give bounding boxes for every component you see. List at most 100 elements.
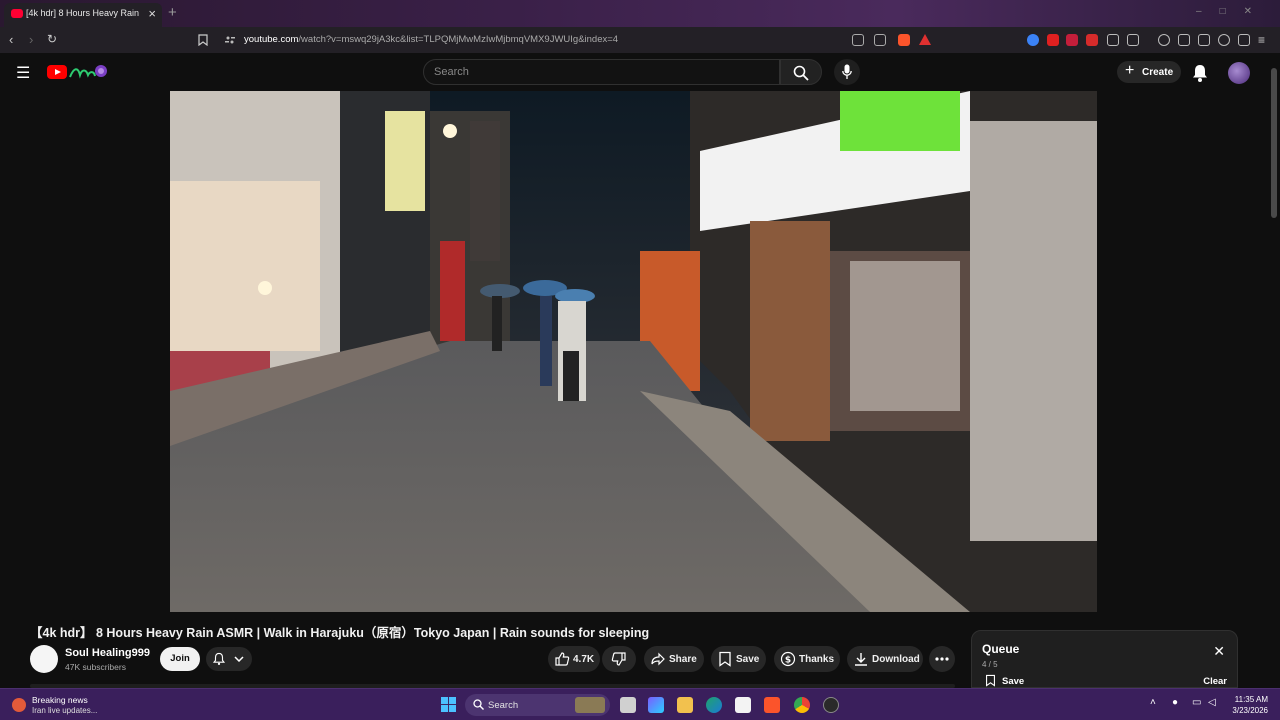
doodle-logo-icon[interactable] (68, 63, 108, 81)
url-domain: youtube.com (244, 34, 299, 45)
create-button[interactable]: + Create (1117, 61, 1181, 83)
thanks-label: Thanks (799, 654, 835, 665)
site-info-icon[interactable] (225, 35, 235, 45)
video-frame-rainy-street (170, 91, 1097, 612)
puzzle-extensions-icon[interactable] (1107, 34, 1119, 46)
notifications-bell-icon[interactable] (1190, 63, 1210, 83)
clock-time: 11:35 AM (1234, 695, 1268, 704)
vpn-shield-icon[interactable] (1238, 34, 1250, 46)
save-label: Save (736, 654, 760, 665)
like-count: 4.7K (573, 654, 595, 665)
brave-shield-icon[interactable] (898, 34, 910, 46)
cast-icon[interactable] (852, 34, 864, 46)
chevron-down-icon (234, 656, 244, 662)
task-view-icon[interactable] (620, 697, 636, 713)
chrome-browser-icon[interactable] (794, 697, 810, 713)
youtube-favicon-icon (11, 9, 23, 18)
dislike-button[interactable] (602, 646, 636, 672)
window-controls[interactable]: –□✕ (1196, 6, 1270, 17)
video-title: 【4k hdr】 8 Hours Heavy Rain ASMR | Walk … (30, 626, 650, 640)
save-button[interactable]: Save (711, 646, 766, 672)
edge-browser-icon[interactable] (706, 697, 722, 713)
forward-arrow-icon[interactable]: › (29, 32, 33, 47)
microsoft-store-icon[interactable] (735, 697, 751, 713)
search-button[interactable] (780, 59, 822, 85)
like-button[interactable]: 4.7K (548, 646, 600, 672)
tray-overflow-chevron-icon[interactable]: ˄ (1150, 697, 1156, 708)
bookmark-icon (719, 651, 731, 667)
queue-clear-button[interactable]: Clear (1203, 676, 1227, 687)
download-label: Download (872, 654, 920, 665)
channel-name[interactable]: Soul Healing999 (65, 647, 150, 659)
news-subline[interactable]: Iran live updates... (32, 706, 97, 715)
more-dots-icon (935, 657, 949, 661)
more-actions-button[interactable] (929, 646, 955, 672)
system-clock[interactable]: 11:35 AM 3/23/2026 (1226, 694, 1268, 716)
plus-icon: + (1125, 62, 1135, 79)
queue-panel: Queue 4 / 5 ✕ Save Clear (971, 630, 1238, 688)
url-path: /watch?v=mswq29jA3kc&list=TLPQMjMwMzIwMj… (298, 34, 619, 45)
youtube-logo-icon[interactable] (47, 65, 67, 79)
share-button[interactable]: Share (644, 646, 704, 672)
obs-studio-icon[interactable] (823, 697, 839, 713)
video-player[interactable] (170, 91, 1097, 612)
queue-position: 4 / 5 (982, 660, 998, 669)
bookmark-icon[interactable] (198, 34, 208, 46)
windows-start-icon[interactable] (441, 697, 456, 712)
thumbs-down-icon (611, 652, 626, 666)
download-icon (855, 653, 867, 666)
extension-icon-1[interactable] (1027, 34, 1039, 46)
microphone-tray-icon[interactable]: ● (1172, 697, 1178, 708)
copilot-icon[interactable] (648, 697, 664, 713)
taskbar-search-box[interactable]: Search (465, 694, 610, 716)
network-icon[interactable]: ▭ (1192, 697, 1201, 708)
share-page-icon[interactable] (874, 34, 886, 46)
bell-icon (212, 652, 226, 666)
scrollbar-thumb[interactable] (1271, 68, 1277, 218)
reload-icon[interactable]: ↻ (47, 32, 57, 46)
download-button[interactable]: Download (847, 646, 923, 672)
voice-search-button[interactable] (834, 59, 860, 85)
search-placeholder: Search (434, 66, 469, 78)
microphone-icon (842, 64, 852, 79)
music-icon[interactable] (1158, 34, 1170, 46)
screenshot-icon[interactable] (1127, 34, 1139, 46)
share-label: Share (669, 654, 697, 665)
leo-ai-icon[interactable] (1218, 34, 1230, 46)
new-tab-button[interactable]: + (168, 4, 177, 21)
subscription-bell-button[interactable] (206, 647, 252, 671)
volume-icon[interactable]: ◁ (1208, 697, 1216, 708)
taskbar-search-icon (473, 699, 484, 710)
share-icon (651, 652, 665, 666)
extension-icon-4[interactable] (1086, 34, 1098, 46)
queue-save-icon[interactable] (985, 674, 996, 687)
taskbar-search-label: Search (488, 700, 519, 711)
create-label: Create (1142, 67, 1174, 78)
thanks-button[interactable]: $ Thanks (774, 646, 840, 672)
search-icon (793, 65, 809, 81)
channel-avatar[interactable] (30, 645, 58, 673)
hamburger-menu-icon[interactable]: ☰ (16, 63, 30, 83)
close-queue-icon[interactable]: ✕ (1213, 643, 1225, 660)
tab-title: [4k hdr] 8 Hours Heavy Rain (26, 8, 140, 18)
news-headline[interactable]: Breaking news (32, 695, 88, 705)
windows-taskbar: Breaking news Iran live updates... Searc… (0, 688, 1280, 720)
search-input[interactable]: Search (423, 59, 780, 85)
queue-save-button[interactable]: Save (1002, 676, 1024, 687)
tab-close-icon[interactable]: × (148, 6, 156, 21)
brave-browser-icon[interactable] (764, 697, 780, 713)
sidebar-icon[interactable] (1178, 34, 1190, 46)
extension-icon-2[interactable] (1047, 34, 1059, 46)
wallet-icon[interactable] (1198, 34, 1210, 46)
back-arrow-icon[interactable]: ‹ (9, 32, 13, 47)
url-text[interactable]: youtube.com/watch?v=mswq29jA3kc&list=TLP… (244, 34, 618, 45)
svg-text:$: $ (785, 656, 791, 666)
news-widget-icon[interactable] (12, 698, 26, 712)
join-button[interactable]: Join (160, 647, 200, 671)
user-avatar[interactable] (1228, 62, 1250, 84)
browser-menu-icon[interactable]: ≡ (1258, 33, 1265, 47)
extension-icon-3[interactable] (1066, 34, 1078, 46)
file-explorer-icon[interactable] (677, 697, 693, 713)
browser-tab-active[interactable]: [4k hdr] 8 Hours Heavy Rain × (4, 3, 162, 27)
brave-rewards-icon[interactable] (919, 34, 931, 45)
